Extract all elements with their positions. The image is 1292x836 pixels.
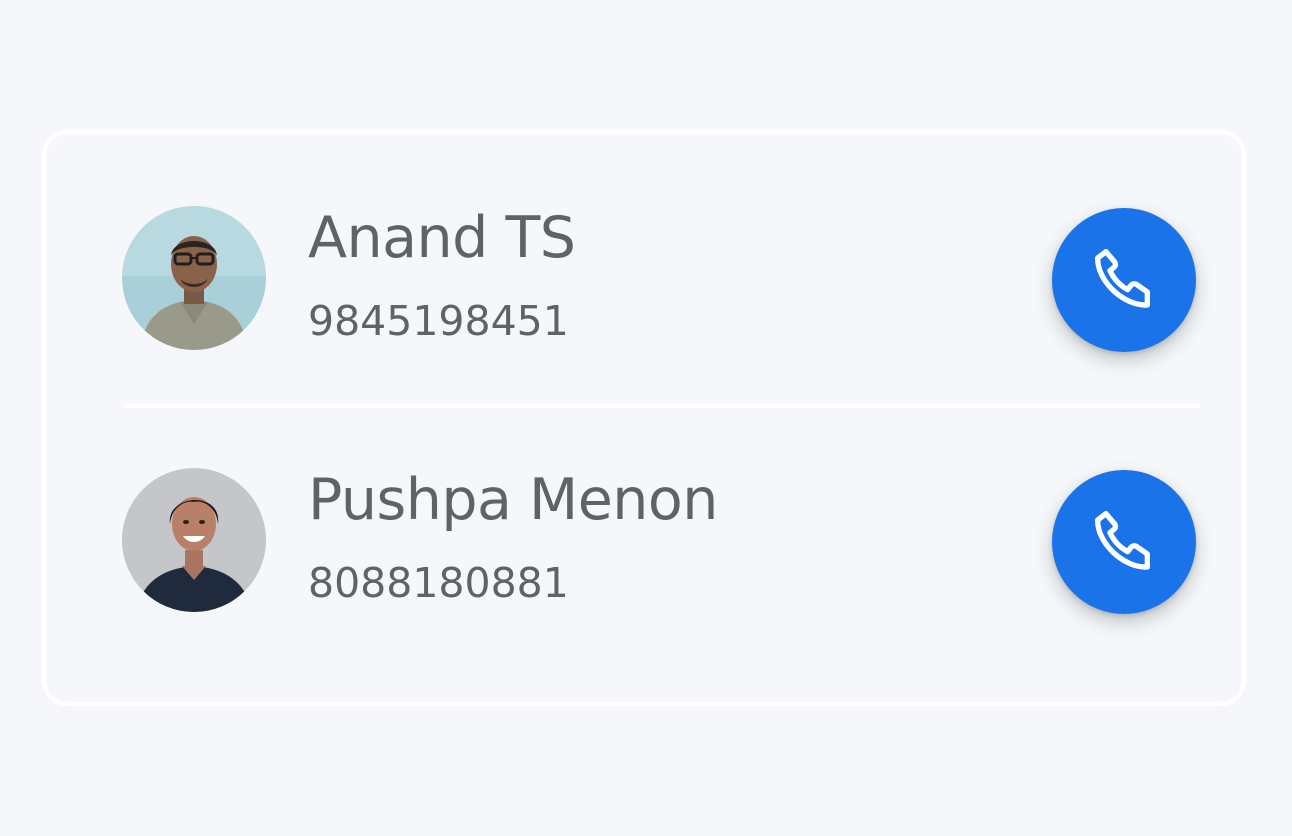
contact-phone-number: 9845198451	[308, 297, 569, 345]
person-photo-icon	[122, 468, 266, 612]
avatar	[122, 206, 266, 350]
contact-name: Anand TS	[308, 205, 576, 271]
phone-icon	[1094, 249, 1150, 308]
call-button[interactable]	[1052, 208, 1196, 352]
person-photo-icon	[122, 206, 266, 350]
divider	[124, 404, 1200, 408]
contact-name: Pushpa Menon	[308, 467, 718, 533]
call-button[interactable]	[1052, 470, 1196, 614]
contact-row-anand[interactable]: Anand TS 9845198451	[46, 206, 1242, 366]
contact-row-pushpa[interactable]: Pushpa Menon 8088180881	[46, 468, 1242, 628]
avatar	[122, 468, 266, 612]
phone-icon	[1094, 510, 1150, 570]
contact-phone-number: 8088180881	[308, 559, 569, 607]
contacts-card: Anand TS 9845198451 Pushpa Menon 8088180…	[42, 130, 1246, 706]
